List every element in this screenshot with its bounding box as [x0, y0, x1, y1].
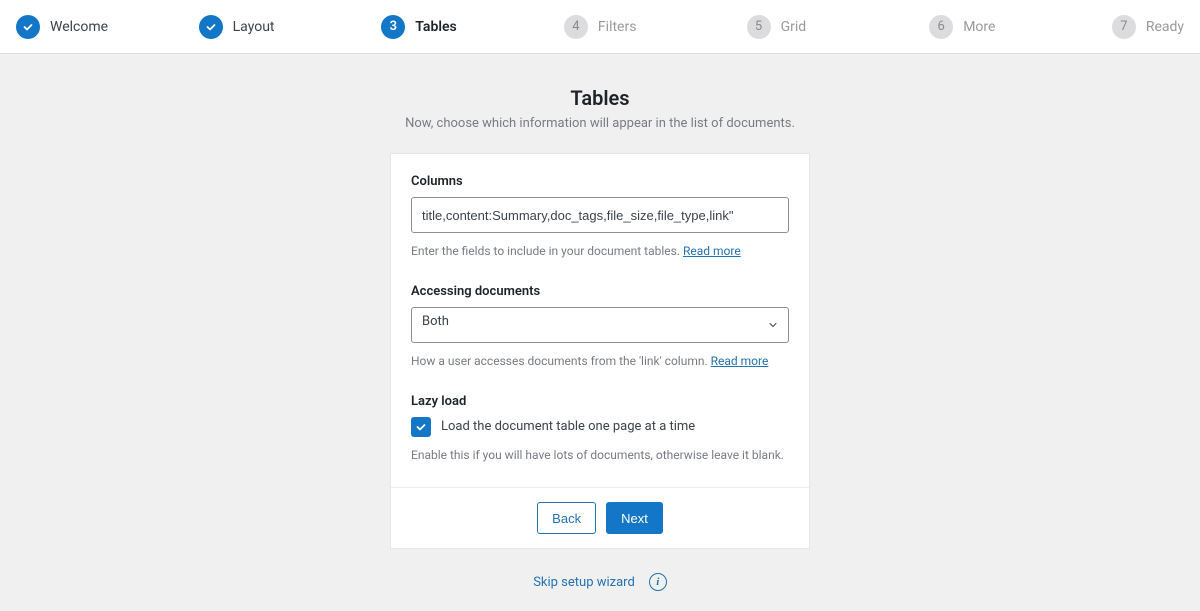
checkmark-icon: [415, 421, 427, 433]
step-label: Layout: [233, 19, 275, 35]
checkmark-icon: [16, 15, 40, 39]
step-label: More: [963, 19, 995, 35]
step-grid[interactable]: 5 Grid: [747, 15, 930, 39]
columns-field: Columns Enter the fields to include in y…: [411, 174, 789, 260]
back-button[interactable]: Back: [537, 502, 596, 534]
step-welcome[interactable]: Welcome: [16, 15, 199, 39]
lazy-checkbox-label: Load the document table one page at a ti…: [441, 419, 695, 434]
accessing-field: Accessing documents Both How a user acce…: [411, 284, 789, 370]
columns-input[interactable]: [411, 197, 789, 233]
lazy-label: Lazy load: [411, 394, 789, 409]
main-content: Tables Now, choose which information wil…: [0, 54, 1200, 611]
step-number-icon: 3: [381, 15, 405, 39]
lazy-help: Enable this if you will have lots of doc…: [411, 447, 789, 464]
next-button[interactable]: Next: [606, 502, 663, 534]
card-footer: Back Next: [391, 487, 809, 548]
step-number-icon: 4: [564, 15, 588, 39]
step-ready[interactable]: 7 Ready: [1112, 15, 1184, 39]
lazy-field: Lazy load Load the document table one pa…: [411, 394, 789, 464]
step-label: Welcome: [50, 19, 108, 35]
accessing-label: Accessing documents: [411, 284, 789, 299]
page-title: Tables: [570, 86, 629, 110]
columns-read-more-link[interactable]: Read more: [683, 244, 741, 258]
checkmark-icon: [199, 15, 223, 39]
step-tables[interactable]: 3 Tables: [381, 15, 564, 39]
settings-card: Columns Enter the fields to include in y…: [390, 153, 810, 549]
step-filters[interactable]: 4 Filters: [564, 15, 747, 39]
page-subtitle: Now, choose which information will appea…: [405, 116, 795, 131]
step-layout[interactable]: Layout: [199, 15, 382, 39]
step-label: Filters: [598, 19, 637, 35]
step-label: Tables: [415, 19, 456, 35]
step-label: Grid: [781, 19, 807, 35]
columns-help: Enter the fields to include in your docu…: [411, 243, 789, 260]
accessing-help: How a user accesses documents from the '…: [411, 353, 789, 370]
accessing-select[interactable]: Both: [411, 307, 789, 343]
columns-label: Columns: [411, 174, 789, 189]
step-number-icon: 5: [747, 15, 771, 39]
step-number-icon: 7: [1112, 15, 1136, 39]
step-number-icon: 6: [929, 15, 953, 39]
stepper: Welcome Layout 3 Tables 4 Filters 5 Grid…: [0, 0, 1200, 54]
step-label: Ready: [1146, 19, 1184, 35]
skip-wizard-link[interactable]: Skip setup wizard: [533, 575, 635, 590]
step-more[interactable]: 6 More: [929, 15, 1112, 39]
info-icon[interactable]: i: [649, 573, 667, 591]
accessing-read-more-link[interactable]: Read more: [711, 354, 769, 368]
skip-row: Skip setup wizard i: [533, 573, 667, 591]
lazy-checkbox[interactable]: [411, 417, 431, 437]
